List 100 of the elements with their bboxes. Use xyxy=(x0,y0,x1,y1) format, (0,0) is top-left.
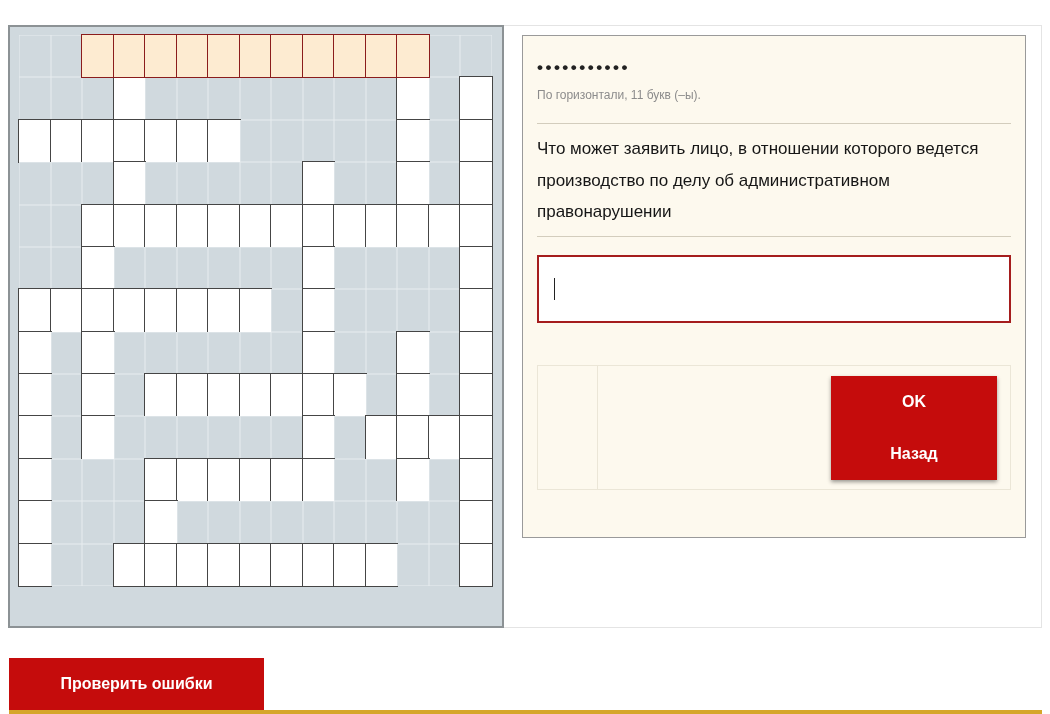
letter-cell[interactable] xyxy=(302,204,335,247)
letter-cell[interactable] xyxy=(145,204,177,247)
letter-cell[interactable] xyxy=(208,204,240,247)
letter-cell[interactable] xyxy=(302,331,335,374)
letter-cell[interactable] xyxy=(113,289,146,332)
letter-cell[interactable] xyxy=(239,374,272,417)
letter-cell[interactable] xyxy=(397,204,429,247)
letter-cell[interactable] xyxy=(19,289,51,332)
letter-cell[interactable] xyxy=(145,543,177,586)
letter-cell[interactable] xyxy=(271,204,303,247)
letter-cell[interactable] xyxy=(19,416,51,459)
letter-cell[interactable] xyxy=(82,204,114,247)
letter-cell[interactable] xyxy=(397,35,429,78)
letter-cell[interactable] xyxy=(397,119,429,163)
letter-cell[interactable] xyxy=(460,246,492,290)
letter-cell[interactable] xyxy=(19,119,51,163)
letter-cell[interactable] xyxy=(365,35,398,78)
letter-cell[interactable] xyxy=(460,77,492,120)
letter-cell[interactable] xyxy=(302,246,335,290)
letter-cell[interactable] xyxy=(460,416,492,459)
letter-cell[interactable] xyxy=(50,119,83,163)
letter-cell[interactable] xyxy=(460,543,492,586)
letter-cell[interactable] xyxy=(176,374,209,417)
letter-cell[interactable] xyxy=(176,543,209,586)
check-errors-button[interactable]: Проверить ошибки xyxy=(9,658,264,710)
letter-cell[interactable] xyxy=(302,162,335,205)
letter-cell[interactable] xyxy=(397,458,429,502)
letter-cell[interactable] xyxy=(460,119,492,163)
letter-cell[interactable] xyxy=(460,162,492,205)
letter-cell[interactable] xyxy=(82,416,114,459)
letter-cell[interactable] xyxy=(208,374,240,417)
letter-cell[interactable] xyxy=(428,416,461,459)
letter-cell[interactable] xyxy=(145,374,177,417)
letter-cell[interactable] xyxy=(365,543,398,586)
letter-cell[interactable] xyxy=(271,543,303,586)
letter-cell[interactable] xyxy=(208,35,240,78)
letter-cell[interactable] xyxy=(50,289,83,332)
letter-cell[interactable] xyxy=(334,204,366,247)
letter-cell[interactable] xyxy=(460,289,492,332)
letter-cell[interactable] xyxy=(334,35,366,78)
letter-cell[interactable] xyxy=(145,35,177,78)
letter-cell[interactable] xyxy=(82,246,114,290)
letter-cell[interactable] xyxy=(19,374,51,417)
letter-cell[interactable] xyxy=(302,416,335,459)
letter-cell[interactable] xyxy=(302,543,335,586)
letter-cell[interactable] xyxy=(365,204,398,247)
letter-cell[interactable] xyxy=(239,458,272,502)
letter-cell[interactable] xyxy=(208,458,240,502)
letter-cell[interactable] xyxy=(113,543,146,586)
letter-cell[interactable] xyxy=(397,331,429,374)
letter-cell[interactable] xyxy=(460,501,492,544)
letter-cell[interactable] xyxy=(302,289,335,332)
letter-cell[interactable] xyxy=(176,458,209,502)
letter-cell[interactable] xyxy=(271,35,303,78)
letter-cell[interactable] xyxy=(145,119,177,163)
letter-cell[interactable] xyxy=(19,331,51,374)
letter-cell[interactable] xyxy=(460,331,492,374)
letter-cell[interactable] xyxy=(460,374,492,417)
letter-cell[interactable] xyxy=(176,289,209,332)
ok-button[interactable]: OK xyxy=(831,375,997,428)
answer-field[interactable] xyxy=(537,254,1011,323)
letter-cell[interactable] xyxy=(82,119,114,163)
letter-cell[interactable] xyxy=(113,35,146,78)
letter-cell[interactable] xyxy=(397,416,429,459)
letter-cell[interactable] xyxy=(82,374,114,417)
letter-cell[interactable] xyxy=(113,162,146,205)
letter-cell[interactable] xyxy=(82,35,114,78)
letter-cell[interactable] xyxy=(208,543,240,586)
letter-cell[interactable] xyxy=(82,331,114,374)
letter-cell[interactable] xyxy=(239,543,272,586)
letter-cell[interactable] xyxy=(208,119,240,163)
letter-cell[interactable] xyxy=(302,35,335,78)
letter-cell[interactable] xyxy=(302,374,335,417)
letter-cell[interactable] xyxy=(271,374,303,417)
letter-cell[interactable] xyxy=(460,204,492,247)
letter-cell[interactable] xyxy=(239,204,272,247)
back-button[interactable]: Назад xyxy=(831,427,997,480)
letter-cell[interactable] xyxy=(145,501,177,544)
letter-cell[interactable] xyxy=(397,162,429,205)
letter-cell[interactable] xyxy=(397,374,429,417)
letter-cell[interactable] xyxy=(334,543,366,586)
letter-cell[interactable] xyxy=(145,289,177,332)
letter-cell[interactable] xyxy=(113,77,146,120)
letter-cell[interactable] xyxy=(460,458,492,502)
letter-cell[interactable] xyxy=(176,35,209,78)
letter-cell[interactable] xyxy=(113,119,146,163)
letter-cell[interactable] xyxy=(397,77,429,120)
letter-cell[interactable] xyxy=(239,289,272,332)
letter-cell[interactable] xyxy=(19,543,51,586)
letter-cell[interactable] xyxy=(334,374,366,417)
letter-cell[interactable] xyxy=(176,119,209,163)
letter-cell[interactable] xyxy=(428,204,461,247)
letter-cell[interactable] xyxy=(113,204,146,247)
letter-cell[interactable] xyxy=(271,458,303,502)
letter-cell[interactable] xyxy=(19,501,51,544)
letter-cell[interactable] xyxy=(302,458,335,502)
letter-cell[interactable] xyxy=(82,289,114,332)
letter-cell[interactable] xyxy=(176,204,209,247)
letter-cell[interactable] xyxy=(208,289,240,332)
letter-cell[interactable] xyxy=(145,458,177,502)
